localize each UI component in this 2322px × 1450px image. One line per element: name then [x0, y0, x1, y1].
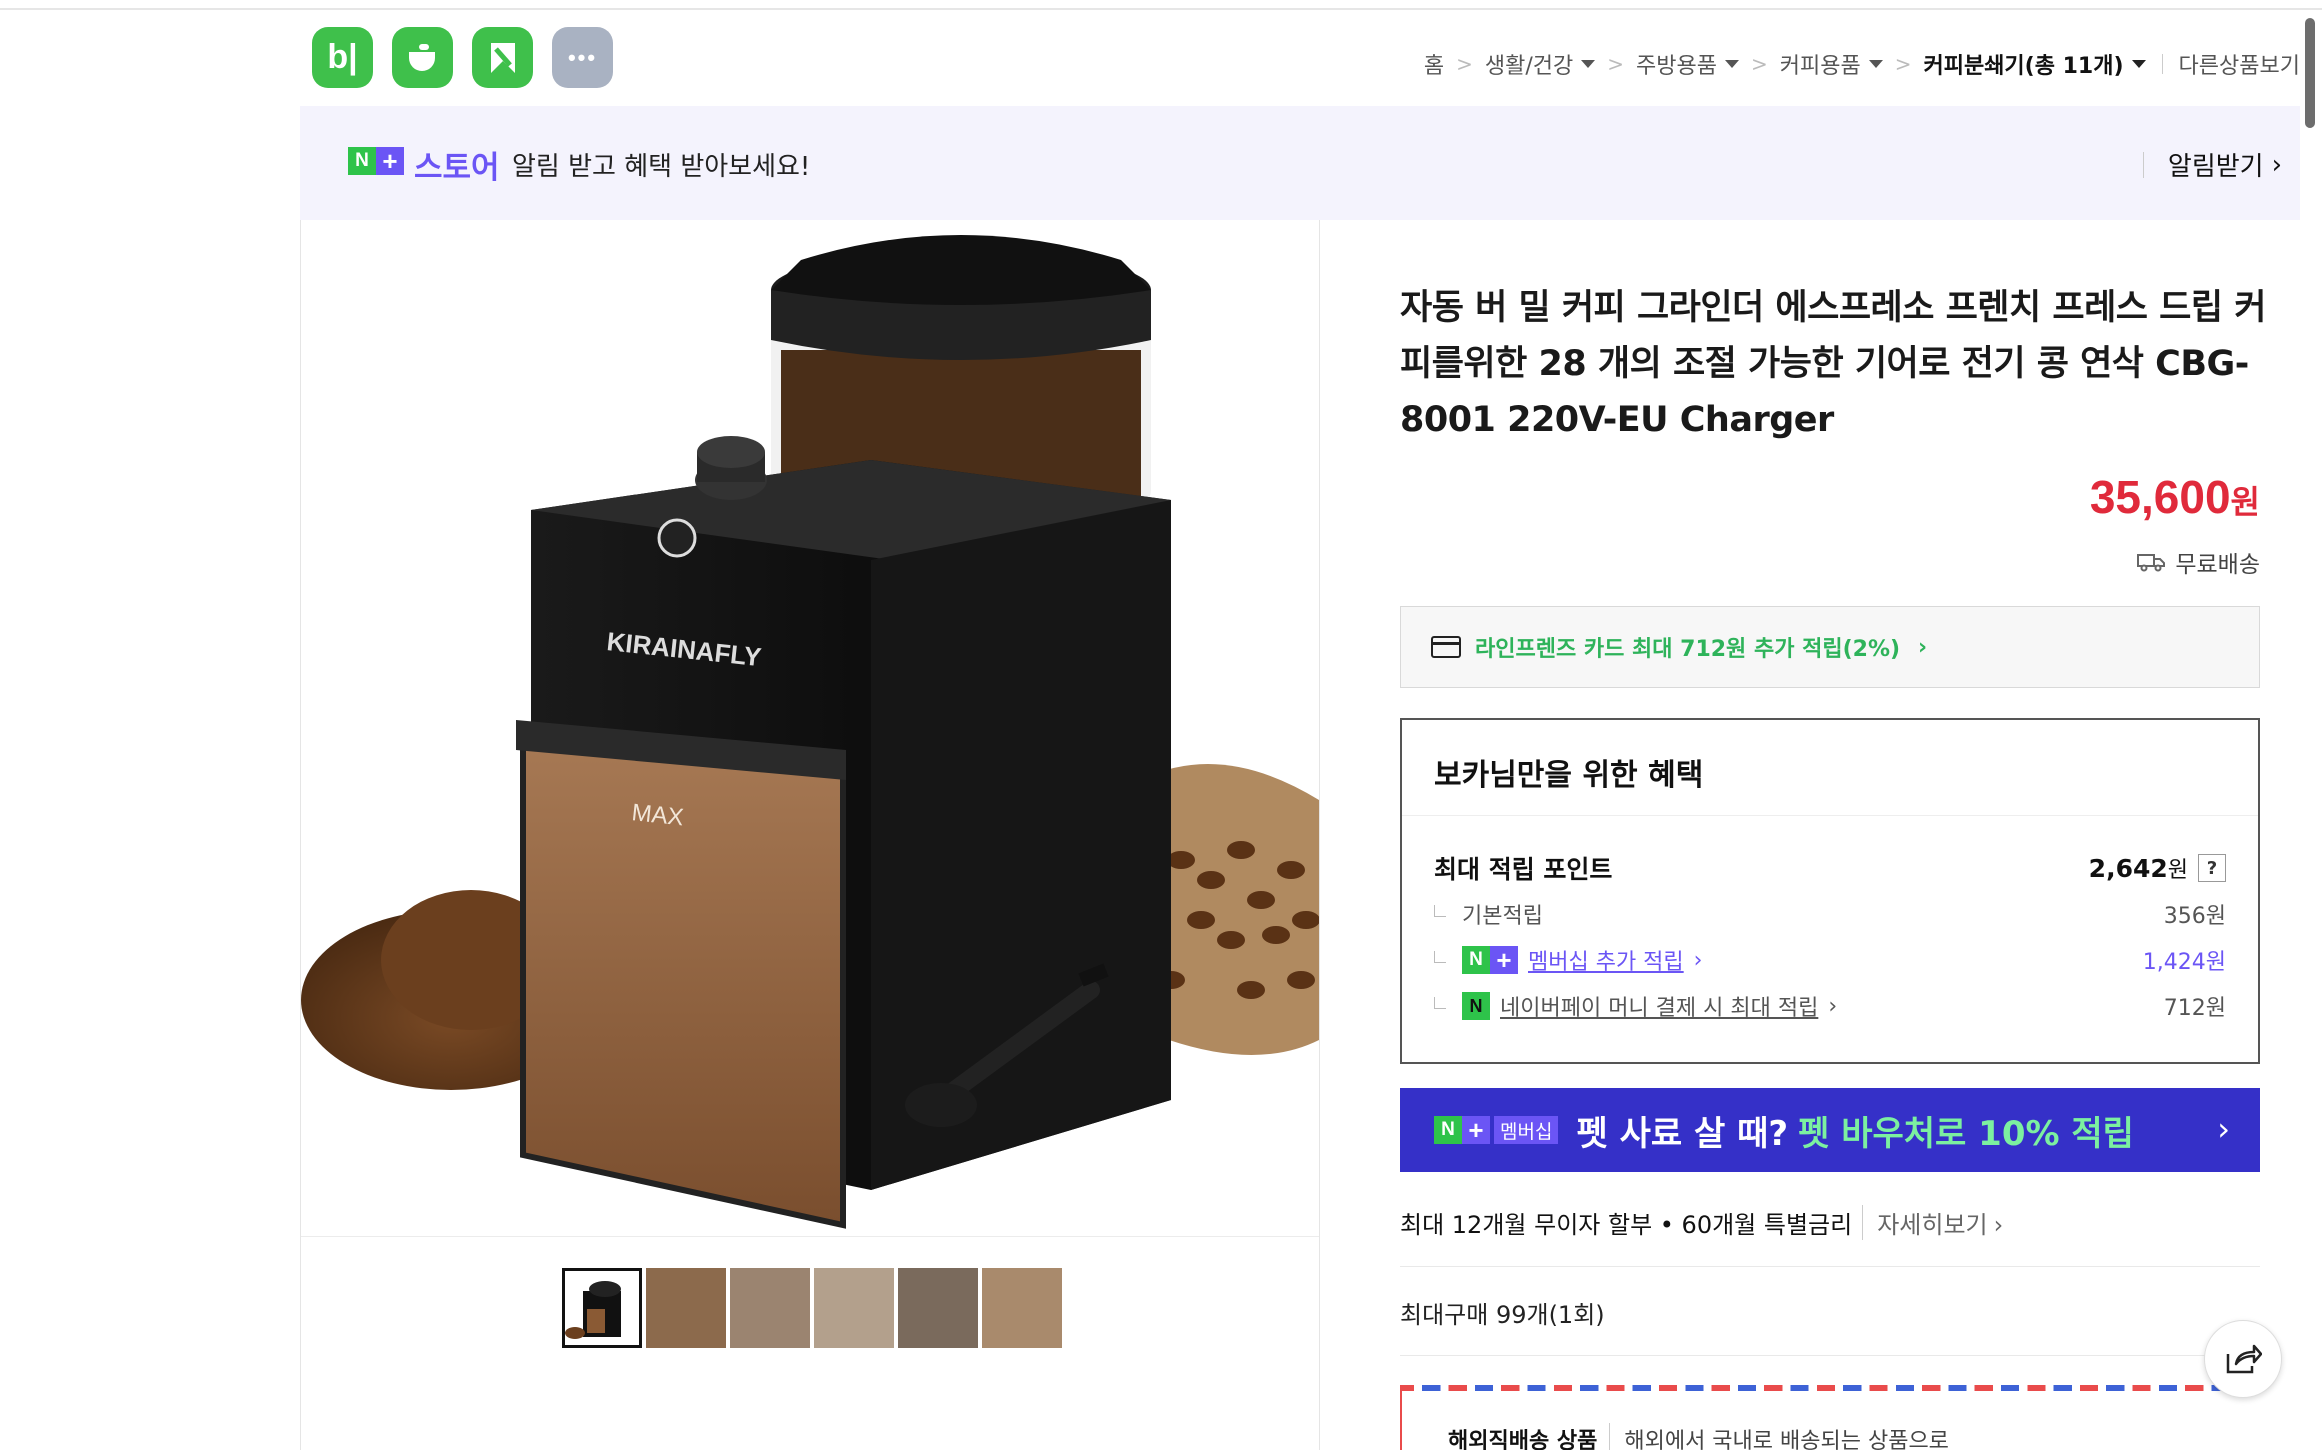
naver-pay-icon: N — [1462, 992, 1490, 1020]
installment-info: 최대 12개월 무이자 할부 • 60개월 특별금리 자세히보기 › — [1400, 1205, 2003, 1240]
naver-plus-badge-icon: N + — [1434, 1115, 1490, 1145]
caret-down-icon — [1724, 60, 1739, 68]
breadcrumb: 홈 > 생활/건강 > 주방용품 > 커피용품 > 커피분쇄기(총 11개) 다… — [1424, 48, 2300, 80]
caret-down-icon — [2131, 60, 2146, 68]
overseas-desc: 해외에서 국내로 배송되는 상품으로 — [1609, 1423, 1949, 1450]
breadcrumb-home[interactable]: 홈 — [1424, 48, 1444, 80]
product-title: 자동 버 밀 커피 그라인더 에스프레소 프렌치 프레스 드립 커피를위한 28… — [1400, 288, 2266, 440]
max-points-row: 최대 적립 포인트 2,642원 ? — [1434, 850, 2226, 886]
breadcrumb-separator-icon: > — [1456, 52, 1473, 76]
share-button[interactable] — [2204, 1320, 2282, 1398]
product-main-image[interactable]: KIRAINAFLY MAX — [301, 220, 1319, 1236]
breadcrumb-item[interactable]: 커피용품 — [1780, 48, 1883, 80]
truck-icon — [2137, 554, 2166, 572]
other-products-link[interactable]: 다른상품보기 — [2179, 48, 2300, 80]
divider — [1400, 1355, 2260, 1356]
card-offer-text: 라인프렌즈 카드 최대 712원 추가 적립(2%) — [1475, 637, 1901, 662]
caret-down-icon — [1868, 60, 1883, 68]
breadcrumb-current[interactable]: 커피분쇄기(총 11개) — [1923, 48, 2146, 80]
shipping-info: 무료배송 — [2137, 545, 2260, 579]
svg-text:MAX: MAX — [630, 799, 685, 831]
thumbnail[interactable] — [562, 1268, 642, 1348]
store-label: 스토어 — [414, 150, 500, 186]
max-points-value: 2,642원 — [2088, 854, 2188, 883]
chevron-right-icon: › — [1828, 993, 1838, 1019]
store-notice-banner: N + 스토어 알림 받고 혜택 받아보세요! 알림받기 › — [300, 106, 2300, 220]
member-benefit-box: 보카님만을 위한 혜택 최대 적립 포인트 2,642원 ? 기본적립 356원… — [1400, 718, 2260, 1064]
chevron-right-icon: › — [1693, 947, 1703, 973]
divider — [2161, 54, 2163, 74]
pet-voucher-promo-banner[interactable]: N + 멤버십 펫 사료 살 때? 펫 바우처로 10% 적립 › — [1400, 1088, 2260, 1172]
blog-icon[interactable]: b| — [312, 27, 373, 88]
benefit-row: N + 멤버십 추가 적립 › 1,424원 — [1434, 944, 2226, 976]
thumbnail[interactable] — [898, 1268, 978, 1348]
divider — [2142, 151, 2144, 178]
scrollbar[interactable] — [2305, 18, 2315, 128]
benefit-title: 보카님만을 위한 혜택 — [1434, 758, 1704, 793]
help-icon[interactable]: ? — [2198, 854, 2226, 882]
promo-highlight: 펫 바우처로 10% 적립 — [1798, 1113, 2134, 1154]
divider — [301, 1236, 1319, 1237]
app-shortcuts: b| ••• — [312, 27, 613, 88]
caret-down-icon — [1581, 60, 1596, 68]
notice-message: 알림 받고 혜택 받아보세요! — [512, 152, 811, 182]
thumbnail[interactable] — [814, 1268, 894, 1348]
chevron-right-icon: › — [1918, 634, 1928, 660]
more-icon[interactable]: ••• — [552, 27, 613, 88]
breadcrumb-separator-icon: > — [1894, 52, 1912, 76]
overseas-shipping-notice: 해외직배송 상품 해외에서 국내로 배송되는 상품으로 — [1400, 1385, 2260, 1450]
thumbnail[interactable] — [646, 1268, 726, 1348]
naver-plus-badge-icon: N + — [1462, 945, 1518, 975]
product-gallery: KIRAINAFLY MAX — [300, 220, 1320, 1450]
chevron-right-icon: › — [2271, 149, 2282, 180]
tree-branch-icon — [1434, 951, 1446, 963]
cafe-cup-icon[interactable] — [392, 27, 453, 88]
membership-tag: 멤버십 — [1494, 1116, 1559, 1144]
breadcrumb-item[interactable]: 주방용품 — [1636, 48, 1739, 80]
max-purchase-info: 최대구매 99개(1회) — [1400, 1301, 1605, 1329]
header: b| ••• 홈 > 생활/건강 > 주방용품 > 커피용품 > 커피분쇄기(총… — [300, 10, 2300, 106]
max-points-label: 최대 적립 포인트 — [1434, 855, 1613, 884]
naver-plus-badge-icon: N + — [348, 146, 404, 176]
benefit-row: N 네이버페이 머니 결제 시 최대 적립 › 712원 — [1434, 990, 2226, 1022]
tree-branch-icon — [1434, 905, 1446, 917]
breadcrumb-item[interactable]: 생활/건강 — [1485, 48, 1596, 80]
details-link[interactable]: 자세히보기 › — [1862, 1205, 2003, 1240]
overseas-label: 해외직배송 상품 — [1448, 1429, 1598, 1450]
thumbnail[interactable] — [982, 1268, 1062, 1348]
divider — [1402, 815, 2258, 816]
tree-branch-icon — [1434, 997, 1446, 1009]
benefit-row: 기본적립 356원 — [1434, 898, 2226, 930]
bookmark-icon[interactable] — [472, 27, 533, 88]
divider — [1400, 1266, 2260, 1267]
naverpay-points-link[interactable]: 네이버페이 머니 결제 시 최대 적립 — [1500, 990, 1818, 1022]
promo-text: 펫 사료 살 때? — [1576, 1113, 1789, 1154]
thumbnail-strip — [562, 1268, 1062, 1348]
share-icon — [2226, 1344, 2262, 1374]
credit-card-icon — [1431, 636, 1461, 658]
notify-button[interactable]: 알림받기 › — [2142, 146, 2282, 183]
breadcrumb-separator-icon: > — [1750, 52, 1768, 76]
product-price: 35,600원 — [2089, 471, 2260, 523]
notify-label: 알림받기 — [2167, 152, 2264, 182]
breadcrumb-separator-icon: > — [1607, 52, 1624, 76]
chevron-right-icon: › — [2217, 1110, 2230, 1148]
membership-points-link[interactable]: 멤버십 추가 적립 — [1528, 944, 1684, 976]
chevron-right-icon: › — [1993, 1211, 2004, 1239]
thumbnail[interactable] — [730, 1268, 810, 1348]
card-offer-button[interactable]: 라인프렌즈 카드 최대 712원 추가 적립(2%) › — [1400, 606, 2260, 688]
